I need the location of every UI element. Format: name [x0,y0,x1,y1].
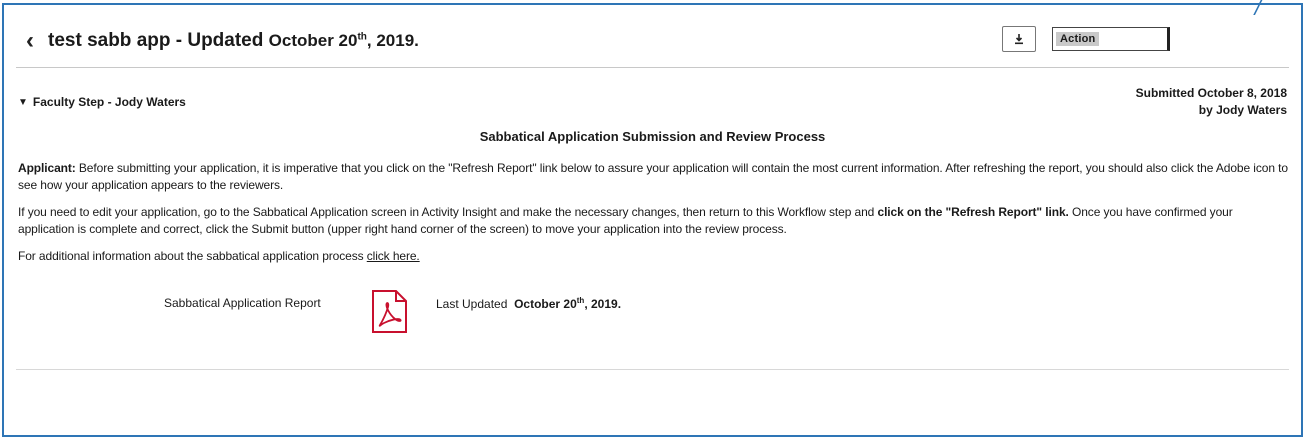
corner-decoration: / [1255,0,1263,19]
last-updated: Last Updated October 20th, 2019. [436,296,621,311]
p1-text: Before submitting your application, it i… [18,161,1288,192]
action-label: Action [1056,32,1100,46]
page-title: test sabb app - Updated October 20th, 20… [48,30,419,52]
content-divider [16,369,1289,370]
download-icon [1015,34,1023,45]
download-button[interactable] [1002,26,1036,52]
section-title: Sabbatical Application Submission and Re… [479,129,826,144]
pdf-icon[interactable] [371,290,408,333]
report-row: Sabbatical Application Report Last Updat… [4,290,804,333]
submitted-by: by Jody Waters [1198,103,1287,117]
last-updated-date: October 20th, 2019. [514,296,622,311]
applicant-label: Applicant: [18,161,76,175]
step-row: ▼ Faculty Step - Jody Waters Submitted O… [18,85,1287,119]
instructions-paragraph-3: For additional information about the sab… [18,248,1288,265]
page-header: ‹ test sabb app - Updated October 20th, … [18,17,1287,65]
app-frame: / ‹ test sabb app - Updated October 20th… [2,0,1303,437]
p2-text-1: If you need to edit your application, go… [18,205,878,219]
title-main: test sabb app - Updated [48,30,264,51]
p2-bold: click on the "Refresh Report" link. [877,205,1069,219]
back-chevron-icon[interactable]: ‹ [18,27,42,54]
action-button[interactable]: Action [1052,27,1170,51]
instructions-paragraph-1: Applicant: Before submitting your applic… [18,160,1288,194]
step-label: Faculty Step - Jody Waters [32,95,186,109]
step-toggle[interactable]: ▼ Faculty Step - Jody Waters [18,85,186,119]
report-name: Sabbatical Application Report [164,296,321,310]
instructions-paragraph-2: If you need to edit your application, go… [18,204,1288,238]
header-divider [16,67,1289,68]
p3-text: For additional information about the sab… [18,249,367,263]
submitted-info: Submitted October 8, 2018 by Jody Waters [1136,85,1287,119]
last-updated-label: Last Updated [436,297,508,311]
chevron-down-icon: ▼ [18,96,28,108]
title-date: October 20th, 2019. [268,31,419,50]
submitted-date: Submitted October 8, 2018 [1135,86,1287,100]
click-here-link[interactable]: click here. [367,249,420,263]
